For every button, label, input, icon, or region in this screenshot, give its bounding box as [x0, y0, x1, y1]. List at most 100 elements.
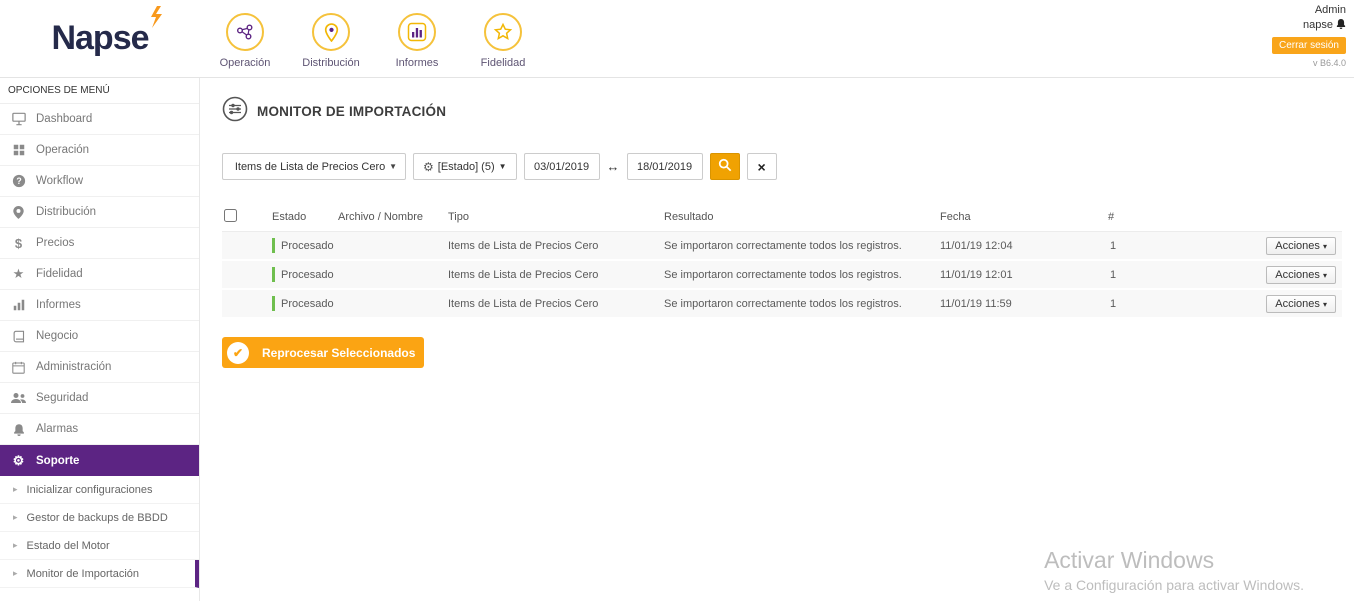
sidebar-subitem-monitor-importacion[interactable]: ▸ Monitor de Importación — [0, 560, 199, 588]
user-name-row[interactable]: napse — [1272, 18, 1346, 34]
dollar-icon: $ — [10, 236, 27, 251]
sidebar-item-alarmas[interactable]: Alarmas — [0, 414, 199, 445]
sidebar-item-precios[interactable]: $ Precios — [0, 228, 199, 259]
tipo-cell: Items de Lista de Precios Cero — [448, 269, 664, 281]
estado-cell: Procesado — [272, 296, 338, 311]
resultado-cell: Se importaron correctamente todos los re… — [664, 269, 940, 281]
reprocess-selected-button[interactable]: ✔ Reprocesar Seleccionados — [222, 337, 424, 368]
sidebar-item-label: Soporte — [36, 455, 79, 467]
date-to-input[interactable] — [627, 153, 703, 180]
sidebar-title: OPCIONES DE MENÚ — [0, 78, 199, 104]
sidebar-item-label: Informes — [36, 299, 81, 311]
book-icon — [10, 330, 27, 343]
acciones-cell: Acciones ▾ — [1168, 237, 1342, 255]
monitor-icon — [10, 112, 27, 126]
table-row: Procesado Items de Lista de Precios Cero… — [222, 261, 1342, 290]
app-window: Napse Operación Distribución — [0, 0, 1354, 601]
chevron-down-icon: ▾ — [1323, 300, 1327, 309]
page-title-row: MONITOR DE IMPORTACIÓN — [222, 96, 1340, 127]
import-type-select[interactable]: Items de Lista de Precios Cero ▼ — [222, 153, 406, 180]
fidelidad-star-icon — [484, 13, 522, 51]
fecha-cell: 11/01/19 12:01 — [940, 269, 1108, 281]
left-right-arrow-icon: ↔ — [607, 159, 620, 174]
svg-text:?: ? — [16, 176, 21, 186]
sidebar-item-soporte[interactable]: ⚙ Soporte — [0, 445, 199, 476]
filter-bar: Items de Lista de Precios Cero ▼ ⚙ [Esta… — [222, 153, 1340, 180]
import-type-value: Items de Lista de Precios Cero — [231, 161, 389, 173]
estado-cell: Procesado — [272, 238, 338, 253]
sidebar-item-informes[interactable]: Informes — [0, 290, 199, 321]
sidebar-item-fidelidad[interactable]: ★ Fidelidad — [0, 259, 199, 290]
user-name: napse — [1303, 18, 1333, 33]
grid-icon — [10, 144, 27, 156]
chevron-right-icon: ▸ — [13, 568, 18, 579]
sidebar-item-workflow[interactable]: ? Workflow — [0, 166, 199, 197]
num-cell: 1 — [1108, 269, 1168, 281]
nav-item-informes[interactable]: Informes — [384, 13, 450, 69]
acciones-label: Acciones — [1275, 240, 1320, 252]
clear-filters-button[interactable]: × — [747, 153, 777, 180]
napse-logo[interactable]: Napse — [51, 19, 148, 58]
table-body: Procesado Items de Lista de Precios Cero… — [222, 232, 1342, 319]
sidebar-subitem-label: Monitor de Importación — [27, 568, 140, 580]
nav-item-fidelidad[interactable]: Fidelidad — [470, 13, 536, 69]
gear-icon: ⚙ — [10, 453, 27, 469]
import-table: Estado Archivo / Nombre Tipo Resultado F… — [222, 202, 1342, 319]
col-header-estado: Estado — [272, 211, 338, 223]
estado-filter-label: [Estado] (5) — [438, 161, 495, 173]
date-from-input[interactable] — [524, 153, 600, 180]
operacion-network-icon — [226, 13, 264, 51]
sidebar-item-dashboard[interactable]: Dashboard — [0, 104, 199, 135]
acciones-cell: Acciones ▾ — [1168, 295, 1342, 313]
watermark-title: Activar Windows — [1044, 547, 1304, 574]
sidebar-subitem-gestor-backups[interactable]: ▸ Gestor de backups de BBDD — [0, 504, 199, 532]
estado-cell: Procesado — [272, 267, 338, 282]
sidebar-item-negocio[interactable]: Negocio — [0, 321, 199, 352]
tipo-cell: Items de Lista de Precios Cero — [448, 298, 664, 310]
chevron-right-icon: ▸ — [13, 484, 18, 495]
page-title: MONITOR DE IMPORTACIÓN — [257, 104, 446, 119]
status-bar-green — [272, 238, 275, 253]
notification-bell-icon[interactable] — [1336, 18, 1346, 34]
nav-item-distribucion[interactable]: Distribución — [298, 13, 364, 69]
acciones-button[interactable]: Acciones ▾ — [1266, 266, 1336, 284]
num-cell: 1 — [1108, 240, 1168, 252]
sidebar-item-seguridad[interactable]: Seguridad — [0, 383, 199, 414]
fecha-cell: 11/01/19 11:59 — [940, 298, 1108, 310]
logout-button[interactable]: Cerrar sesión — [1272, 37, 1346, 54]
reprocess-label: Reprocesar Seleccionados — [262, 346, 415, 360]
gear-icon: ⚙ — [423, 160, 434, 174]
status-bar-green — [272, 296, 275, 311]
acciones-button[interactable]: Acciones ▾ — [1266, 237, 1336, 255]
acciones-button[interactable]: Acciones ▾ — [1266, 295, 1336, 313]
calendar-icon — [10, 361, 27, 374]
sidebar-subitem-label: Inicializar configuraciones — [27, 484, 153, 496]
top-nav: Operación Distribución Informes Fidelida… — [212, 0, 536, 77]
search-button[interactable] — [710, 153, 740, 180]
chevron-down-icon: ▼ — [499, 162, 507, 171]
sidebar-item-administracion[interactable]: Administración — [0, 352, 199, 383]
spark-icon — [143, 5, 167, 34]
sidebar-subitem-inicializar-configuraciones[interactable]: ▸ Inicializar configuraciones — [0, 476, 199, 504]
sidebar-item-label: Dashboard — [36, 113, 92, 125]
bell-icon — [10, 423, 27, 436]
estado-filter-button[interactable]: ⚙ [Estado] (5) ▼ — [413, 153, 517, 180]
table-row: Procesado Items de Lista de Precios Cero… — [222, 290, 1342, 319]
chevron-down-icon: ▾ — [1323, 242, 1327, 251]
sidebar-subitem-estado-motor[interactable]: ▸ Estado del Motor — [0, 532, 199, 560]
nav-label: Informes — [396, 57, 439, 69]
nav-label: Distribución — [302, 57, 359, 69]
informes-chart-icon — [398, 13, 436, 51]
user-box: Admin napse Cerrar sesión v B6.4.0 — [1272, 3, 1346, 69]
col-header-tipo: Tipo — [448, 211, 664, 223]
check-circle-icon: ✔ — [227, 342, 249, 364]
sidebar-item-label: Workflow — [36, 175, 83, 187]
table-header-row: Estado Archivo / Nombre Tipo Resultado F… — [222, 202, 1342, 232]
acciones-cell: Acciones ▾ — [1168, 266, 1342, 284]
sidebar-item-operacion[interactable]: Operación — [0, 135, 199, 166]
nav-item-operacion[interactable]: Operación — [212, 13, 278, 69]
status-badge: Procesado — [281, 298, 334, 310]
select-all-checkbox[interactable] — [224, 209, 237, 222]
col-header-resultado: Resultado — [664, 211, 940, 223]
sidebar-item-distribucion[interactable]: Distribución — [0, 197, 199, 228]
